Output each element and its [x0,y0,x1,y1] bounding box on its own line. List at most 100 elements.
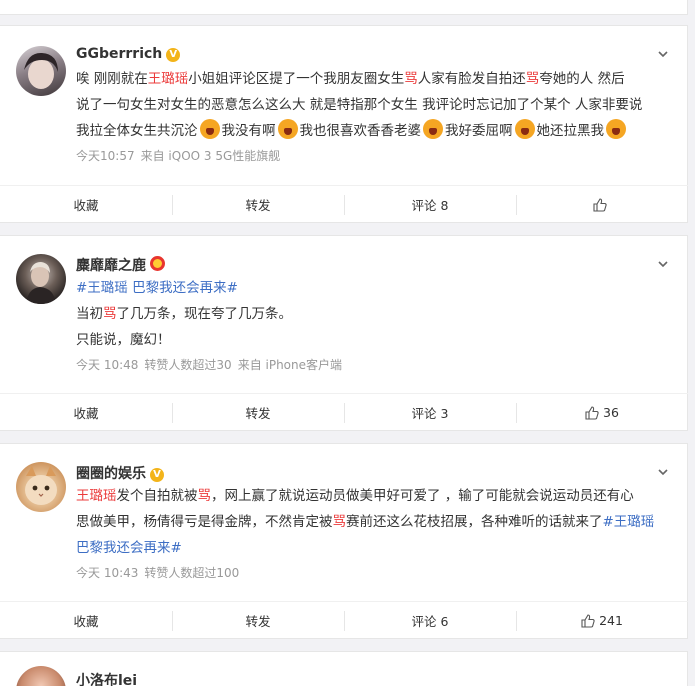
favorite-button[interactable]: 收藏 [0,394,172,431]
post-source: 转赞人数超过30 [144,358,232,372]
body-text: 只能说，魔幻！ [76,332,171,348]
post-source: 来自 iPhone客户端 [237,358,343,372]
cat-avatar-icon [25,466,57,505]
user-name-text[interactable]: 小洛布lei [76,673,137,686]
thumbs-up-icon [585,405,599,420]
user-name[interactable]: 麋靡靡之鹿 [76,255,165,275]
post-source: 来自 iQOO 3 5G性能旗舰 [140,149,281,163]
crown-badge-icon [150,256,165,271]
favorite-button[interactable]: 收藏 [0,602,172,639]
post-card-2: 麋靡靡之鹿 #王璐瑶 巴黎我还会再来# 当初骂了几万条，现在夸了几万条。只能说，魔… [0,235,688,431]
body-text: 我也很喜欢香香老婆 [299,123,422,139]
body-text: 小姐姐评论区提了一个我朋友圈女生 [188,71,405,87]
repost-label: 转发 [245,614,271,629]
body-text: 了几万条，现在夸了几万条。 [116,306,293,322]
action-bar: 收藏 转发 评论 6 241 [0,601,688,639]
comment-label: 评论 8 [411,198,449,213]
avatar-portrait-icon [26,262,56,304]
body-line: 我拉全体女生共沉沦 我没有啊 我也很喜欢香香老婆 我好委屈啊 她还拉黑我 [76,118,676,144]
repost-button[interactable]: 转发 [172,186,344,223]
repost-label: 转发 [245,406,271,421]
thumbs-up-icon [593,197,607,212]
user-name[interactable]: 小洛布lei [76,670,137,686]
user-name-text[interactable]: GGberrrich [76,46,162,62]
avatar-portrait-icon [24,52,58,89]
keyword-highlight: 骂 [197,488,212,504]
chevron-down-icon[interactable] [657,466,669,478]
post-time[interactable]: 今天 10:48 [76,358,138,372]
verified-badge-icon: V [166,48,181,62]
post-card-4: 小洛布lei [0,651,688,686]
like-count: 36 [603,405,619,420]
body-text: 我没有啊 [221,123,276,139]
body-text: ，网上赢了就说运动员做美甲好可爱了 ，输了可能就会说运动员还有心 [211,488,634,504]
emoji-icon [199,119,220,139]
hashtag-link[interactable]: #王璐瑶 [603,514,655,530]
chevron-down-icon[interactable] [657,258,669,270]
favorite-label: 收藏 [73,614,99,629]
post-card-3: 圈圈的娱乐 V 王璐瑶发个自拍就被骂，网上赢了就说运动员做美甲好可爱了 ，输了可能… [0,443,688,639]
body-line: 巴黎我还会再来# [76,535,676,561]
weibo-feed: GGberrrich V 唉 刚刚就在王璐瑶小姐姐评论区提了一个我朋友圈女生骂人家… [0,0,695,686]
comment-button[interactable]: 评论 8 [344,186,516,223]
hashtag-link[interactable]: 巴黎我还会再来# [76,540,182,556]
keyword-highlight: 骂 [404,71,418,87]
favorite-label: 收藏 [73,198,99,213]
body-text: 夸她的人 然后 [539,71,625,87]
emoji-icon [423,119,443,139]
body-text: 思做美甲，杨倩得亏是得金牌，不然肯定被 [76,514,333,530]
emoji-icon [514,119,535,139]
action-bar: 收藏 转发 评论 3 36 [0,393,688,431]
post-card-1: GGberrrich V 唉 刚刚就在王璐瑶小姐姐评论区提了一个我朋友圈女生骂人家… [0,25,688,223]
post-time[interactable]: 今天10:57 [76,149,135,163]
body-text: 我拉全体女生共沉沦 [76,123,198,139]
body-text: 说了一句女生对女生的恶意怎么这么大 就是特指那个女生 我评论时忘记加了个某个 人… [76,97,643,113]
repost-label: 转发 [245,198,271,213]
keyword-highlight: 王璐瑶 [76,488,117,504]
body-line: 说了一句女生对女生的恶意怎么这么大 就是特指那个女生 我评论时忘记加了个某个 人… [76,92,676,118]
post-meta: 今天 10:43 转赞人数超过100 [76,564,245,581]
body-text: 发个自拍就被 [116,488,198,504]
post-body: 王璐瑶发个自拍就被骂，网上赢了就说运动员做美甲好可爱了 ，输了可能就会说运动员还… [76,483,676,561]
action-bar: 收藏 转发 评论 8 [0,185,688,223]
body-text: 当初 [76,306,103,322]
comment-label: 评论 6 [411,614,449,629]
repost-button[interactable]: 转发 [172,394,344,431]
user-name[interactable]: 圈圈的娱乐 V [76,463,164,483]
like-button[interactable] [516,186,688,223]
post-meta: 今天 10:48 转赞人数超过30 来自 iPhone客户端 [76,356,348,373]
body-text: 人家有脸发自拍还 [417,71,526,87]
previous-post-card [0,0,688,15]
post-body: #王璐瑶 巴黎我还会再来# 当初骂了几万条，现在夸了几万条。只能说，魔幻！ [76,275,676,353]
body-line: 思做美甲，杨倩得亏是得金牌，不然肯定被骂赛前还这么花枝招展，各种难听的话就来了#… [76,509,676,535]
avatar[interactable] [16,462,66,512]
user-name-text[interactable]: 圈圈的娱乐 [76,466,146,482]
post-time[interactable]: 今天 10:43 [76,566,138,580]
hashtag-link[interactable]: #王璐瑶 巴黎我还会再来# [76,280,238,296]
avatar[interactable] [16,666,66,686]
emoji-icon [277,119,298,139]
comment-label: 评论 3 [411,406,449,421]
emoji-icon [606,119,626,139]
like-button[interactable]: 36 [516,394,688,431]
body-line: 只能说，魔幻！ [76,327,676,353]
user-name[interactable]: GGberrrich V [76,46,181,62]
favorite-button[interactable]: 收藏 [0,186,172,223]
comment-button[interactable]: 评论 3 [344,394,516,431]
comment-button[interactable]: 评论 6 [344,602,516,639]
body-line: 王璐瑶发个自拍就被骂，网上赢了就说运动员做美甲好可爱了 ，输了可能就会说运动员还… [76,483,676,509]
body-text: 赛前还这么花枝招展，各种难听的话就来了 [346,514,603,530]
like-button[interactable]: 241 [516,602,688,639]
thumbs-up-icon [581,613,595,628]
body-text: 唉 刚刚就在 [76,71,148,87]
avatar[interactable] [16,254,66,304]
avatar[interactable] [16,46,66,96]
repost-button[interactable]: 转发 [172,602,344,639]
user-name-text[interactable]: 麋靡靡之鹿 [76,258,146,274]
like-count: 241 [599,613,623,628]
chevron-down-icon[interactable] [657,48,669,60]
body-line: 唉 刚刚就在王璐瑶小姐姐评论区提了一个我朋友圈女生骂人家有脸发自拍还骂夸她的人 … [76,66,676,92]
body-line: 当初骂了几万条，现在夸了几万条。 [76,301,676,327]
body-text: 她还拉黑我 [536,123,605,139]
post-body: 唉 刚刚就在王璐瑶小姐姐评论区提了一个我朋友圈女生骂人家有脸发自拍还骂夸她的人 … [76,66,676,144]
